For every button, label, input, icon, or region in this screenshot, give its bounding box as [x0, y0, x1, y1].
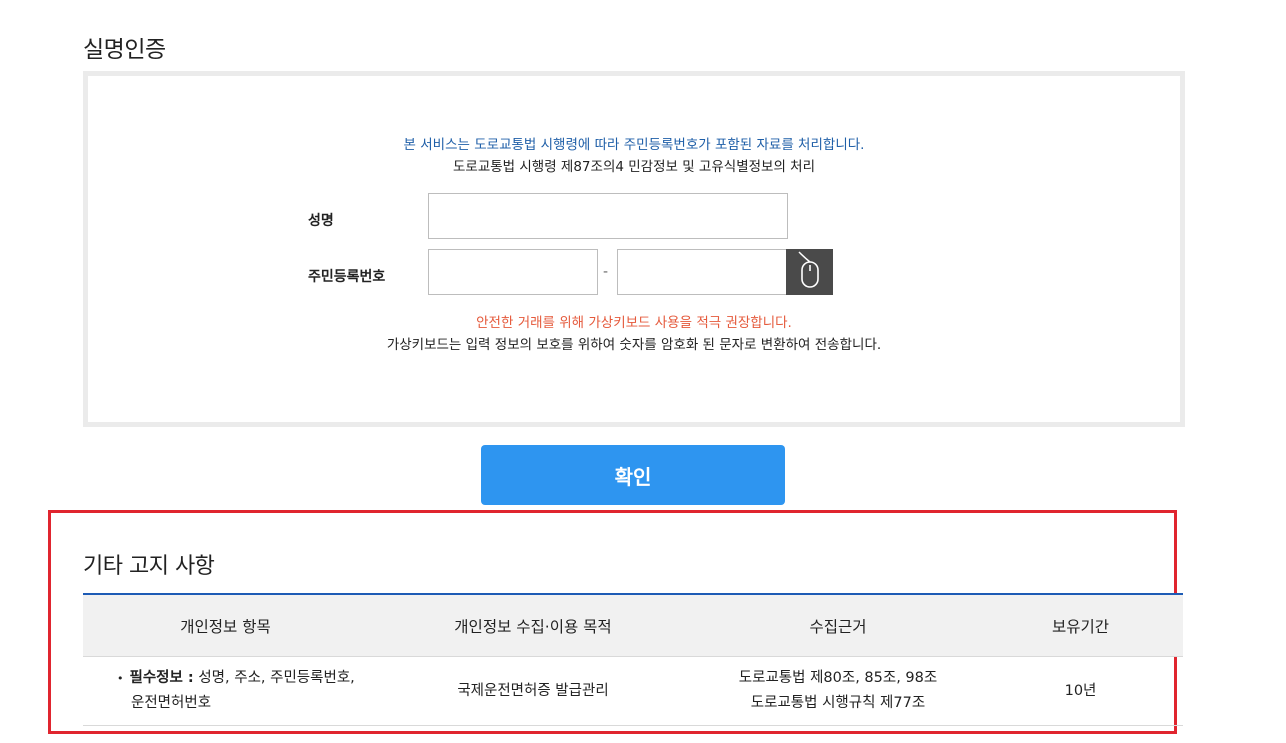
legal-basis-line: 도로교통법 제80조, 85조, 98조	[738, 670, 938, 686]
confirm-button[interactable]: 확인	[481, 445, 785, 505]
page-title: 실명인증	[83, 37, 166, 63]
name-input[interactable]	[428, 193, 788, 239]
column-header: 개인정보 수집·이용 목적	[368, 594, 698, 657]
column-header: 개인정보 항목	[83, 594, 368, 657]
privacy-item-cell: • 필수정보 : 성명, 주소, 주민등록번호, 운전면허번호	[83, 656, 368, 726]
service-notice: 본 서비스는 도로교통법 시행령에 따라 주민등록번호가 포함된 자료를 처리합…	[403, 137, 865, 153]
privacy-notice-table: 개인정보 항목 개인정보 수집·이용 목적 수집근거 보유기간 • 필수정보 : …	[83, 593, 1183, 726]
required-info-items: 성명, 주소, 주민등록번호,	[193, 670, 355, 686]
required-info-items-continued: 운전면허번호	[131, 695, 212, 711]
retention-period-cell: 10년	[978, 656, 1183, 726]
purpose-cell: 국제운전면허증 발급관리	[368, 656, 698, 726]
rrn-separator: -	[603, 264, 609, 280]
legal-basis-notice: 도로교통법 시행령 제87조의4 민감정보 및 고유식별정보의 처리	[452, 159, 815, 175]
rrn-front-input[interactable]	[428, 249, 598, 295]
rrn-back-input[interactable]	[617, 249, 787, 295]
name-label: 성명	[308, 213, 334, 229]
virtual-keyboard-button[interactable]	[786, 249, 833, 295]
rrn-label: 주민등록번호	[308, 269, 386, 285]
table-row: • 필수정보 : 성명, 주소, 주민등록번호, 운전면허번호 국제운전면허증 발…	[83, 656, 1183, 726]
table-header-row: 개인정보 항목 개인정보 수집·이용 목적 수집근거 보유기간	[83, 594, 1183, 657]
real-name-auth-box: 본 서비스는 도로교통법 시행령에 따라 주민등록번호가 포함된 자료를 처리합…	[83, 71, 1185, 427]
virtual-keyboard-recommendation: 안전한 거래를 위해 가상키보드 사용을 적극 권장합니다.	[476, 315, 792, 331]
column-header: 수집근거	[698, 594, 978, 657]
section-title: 기타 고지 사항	[83, 554, 215, 579]
bullet: •	[117, 672, 124, 685]
virtual-keyboard-description: 가상키보드는 입력 정보의 보호를 위하여 숫자를 암호화 된 문자로 변환하여…	[386, 337, 882, 353]
required-info-label: 필수정보 :	[129, 670, 194, 686]
column-header: 보유기간	[978, 594, 1183, 657]
legal-basis-line: 도로교통법 시행규칙 제77조	[750, 695, 926, 711]
legal-basis-cell: 도로교통법 제80조, 85조, 98조 도로교통법 시행규칙 제77조	[698, 656, 978, 726]
mouse-icon	[797, 250, 823, 294]
